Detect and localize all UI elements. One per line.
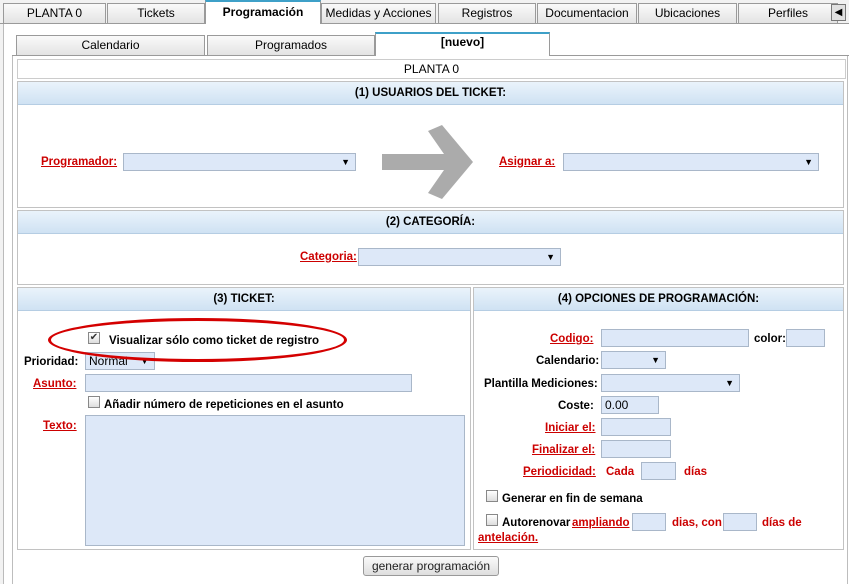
- finalizar-label: Finalizar el:: [532, 444, 596, 456]
- tab-medidas-acciones[interactable]: Medidas y Acciones: [321, 3, 436, 23]
- texto-label: Texto:: [43, 420, 77, 432]
- asunto-input[interactable]: [85, 374, 412, 392]
- codigo-label: Codigo:: [550, 333, 594, 345]
- generar-programacion-button[interactable]: generar programación: [363, 556, 499, 576]
- autorenovar-checkbox[interactable]: [486, 514, 498, 526]
- finalizar-input[interactable]: [601, 440, 671, 458]
- dias-de-label: días de: [762, 517, 802, 529]
- tab-ubicaciones[interactable]: Ubicaciones: [638, 3, 737, 23]
- section-usuarios-title: (1) USUARIOS DEL TICKET:: [18, 82, 843, 105]
- anadir-repeticiones-checkbox[interactable]: [88, 396, 100, 408]
- dias-label: días: [684, 466, 708, 478]
- asunto-label: Asunto:: [33, 378, 77, 390]
- asignar-label: Asignar a:: [499, 156, 556, 168]
- tab-perfiles[interactable]: Perfiles: [738, 3, 838, 23]
- section-opciones-title: (4) OPCIONES DE PROGRAMACIÓN:: [474, 288, 843, 311]
- ampliando-input[interactable]: [632, 513, 666, 531]
- tab-planta-0[interactable]: PLANTA 0: [3, 3, 106, 23]
- generar-finde-checkbox[interactable]: [486, 490, 498, 502]
- iniciar-label: Iniciar el:: [545, 422, 596, 434]
- tab-documentacion[interactable]: Documentacion: [537, 3, 637, 23]
- prioridad-label: Prioridad:: [24, 356, 79, 368]
- codigo-input[interactable]: [601, 329, 749, 347]
- autorenovar-label: Autorenovar: [502, 517, 571, 529]
- antelacion-label: antelación.: [478, 532, 539, 544]
- programador-select[interactable]: [123, 153, 356, 171]
- plantilla-label: Plantilla Mediciones:: [484, 378, 598, 390]
- subtab-programados[interactable]: Programados: [207, 35, 375, 55]
- cada-input[interactable]: [641, 462, 676, 480]
- plantilla-select[interactable]: [601, 374, 740, 392]
- ampliando-label: ampliando: [572, 517, 630, 529]
- generar-finde-label: Generar en fin de semana: [502, 493, 643, 505]
- tabs-scroll-left-icon[interactable]: ◀: [831, 4, 846, 21]
- categoria-select[interactable]: [358, 248, 561, 266]
- subtab-calendario[interactable]: Calendario: [16, 35, 205, 55]
- categoria-label: Categoria:: [300, 251, 357, 263]
- section-ticket-title: (3) TICKET:: [18, 288, 470, 311]
- tab-programacion[interactable]: Programación: [205, 0, 321, 24]
- asignar-select[interactable]: [563, 153, 819, 171]
- top-tab-bar: PLANTA 0 Tickets Programación Medidas y …: [0, 0, 849, 24]
- coste-label: Coste:: [558, 400, 594, 412]
- antelacion-input[interactable]: [723, 513, 757, 531]
- annotation-ellipse: [48, 318, 347, 362]
- iniciar-input[interactable]: [601, 418, 671, 436]
- calendario-select[interactable]: [601, 351, 666, 369]
- color-label: color:: [754, 333, 786, 345]
- section-categoria-title: (2) CATEGORÍA:: [18, 211, 843, 234]
- calendario-label: Calendario:: [536, 355, 600, 367]
- tab-tickets[interactable]: Tickets: [107, 3, 205, 23]
- texto-textarea[interactable]: [85, 415, 465, 546]
- anadir-repeticiones-label: Añadir número de repeticiones en el asun…: [104, 399, 344, 411]
- arrow-right-icon: [378, 121, 479, 203]
- page-title: PLANTA 0: [17, 59, 846, 79]
- coste-input[interactable]: 0.00: [601, 396, 659, 414]
- cada-label: Cada: [606, 466, 635, 478]
- periodicidad-label: Periodicidad:: [523, 466, 596, 478]
- tab-registros[interactable]: Registros: [438, 3, 536, 23]
- subtab-nuevo[interactable]: [nuevo]: [375, 32, 550, 56]
- programador-label: Programador:: [41, 156, 118, 168]
- color-input[interactable]: [786, 329, 825, 347]
- dias-con-label: dias, con: [672, 517, 722, 529]
